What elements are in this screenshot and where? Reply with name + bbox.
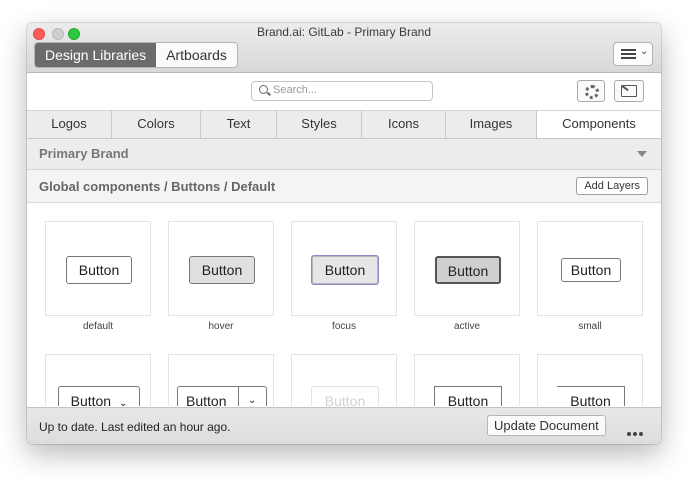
search-placeholder: Search... — [273, 84, 318, 96]
card-label: hover — [208, 321, 234, 332]
demo-button: Button — [435, 256, 501, 284]
dot — [627, 432, 631, 436]
tab-icons[interactable]: Icons — [362, 111, 446, 138]
tab-styles[interactable]: Styles — [277, 111, 362, 138]
gear-icon — [585, 85, 599, 99]
breadcrumb: Global components / Buttons / Default — [39, 179, 276, 194]
components-grid: Button default Button hover Button focus… — [27, 203, 661, 406]
demo-dropdown-button: Button ⌄ — [58, 386, 140, 406]
split-divider — [238, 387, 239, 406]
hamburger-menu-icon — [621, 49, 636, 59]
section-title: Primary Brand — [39, 146, 129, 161]
demo-button: Button — [66, 256, 132, 284]
demo-split-button: Button ⌄ — [177, 386, 267, 406]
chevron-down-icon: ⌄ — [118, 398, 128, 406]
demo-button: Button — [557, 386, 625, 406]
demo-button: Button — [189, 256, 255, 284]
app-window: Brand.ai: GitLab - Primary Brand Design … — [27, 23, 661, 444]
demo-button-text: Button — [70, 393, 112, 406]
library-section-header[interactable]: Primary Brand — [27, 139, 661, 170]
settings-button[interactable] — [577, 80, 605, 102]
add-layers-button[interactable]: Add Layers — [576, 177, 648, 195]
component-card-variant[interactable]: Button — [414, 354, 520, 406]
caret-down-icon — [637, 151, 647, 157]
menu-button[interactable]: ⌄ — [613, 42, 653, 66]
card-label: active — [453, 321, 481, 332]
segment-artboards[interactable]: Artboards — [156, 43, 237, 67]
demo-button: Button — [311, 386, 379, 406]
category-tabs: Logos Colors Text Styles Icons Images Co… — [27, 111, 661, 139]
status-text: Up to date. Last edited an hour ago. — [39, 420, 231, 434]
component-card-hover[interactable]: Button — [168, 221, 274, 316]
title-bar: Brand.ai: GitLab - Primary Brand Design … — [27, 23, 661, 73]
component-card-active[interactable]: Button — [414, 221, 520, 316]
more-icon[interactable] — [627, 423, 645, 441]
demo-button: Button — [561, 258, 621, 282]
segment-design-libraries[interactable]: Design Libraries — [35, 43, 157, 67]
tab-components[interactable]: Components — [537, 111, 661, 138]
dot — [633, 432, 637, 436]
toolbar: Search... — [27, 73, 661, 111]
chevron-down-icon: ⌄ — [640, 46, 649, 57]
component-card-dropdown[interactable]: Button ⌄ — [45, 354, 151, 406]
demo-button-text: Button — [186, 393, 227, 406]
card-label: small — [578, 321, 602, 332]
component-card-default[interactable]: Button — [45, 221, 151, 316]
tab-text[interactable]: Text — [201, 111, 277, 138]
update-document-button[interactable]: Update Document — [487, 415, 606, 436]
component-card-focus[interactable]: Button — [291, 221, 397, 316]
breadcrumb-bar: Global components / Buttons / Default Ad… — [27, 170, 661, 203]
search-icon — [259, 85, 268, 94]
dot — [639, 432, 643, 436]
demo-button: Button — [311, 255, 379, 285]
component-card-disabled[interactable]: Button — [291, 354, 397, 406]
tab-logos[interactable]: Logos — [27, 111, 112, 138]
component-card-variant[interactable]: Button — [537, 354, 643, 406]
status-bar: Up to date. Last edited an hour ago. Upd… — [27, 407, 661, 444]
window-title: Brand.ai: GitLab - Primary Brand — [256, 25, 432, 39]
card-label: default — [82, 321, 114, 332]
card-label: focus — [332, 321, 356, 332]
tab-images[interactable]: Images — [446, 111, 537, 138]
tab-colors[interactable]: Colors — [112, 111, 201, 138]
export-button[interactable] — [614, 80, 644, 102]
demo-button: Button — [434, 386, 502, 406]
view-segmented-control: Design Libraries Artboards — [34, 42, 238, 68]
component-card-split[interactable]: Button ⌄ — [168, 354, 274, 406]
component-card-small[interactable]: Button — [537, 221, 643, 316]
chevron-down-icon: ⌄ — [248, 395, 257, 406]
search-input[interactable]: Search... — [251, 81, 433, 101]
